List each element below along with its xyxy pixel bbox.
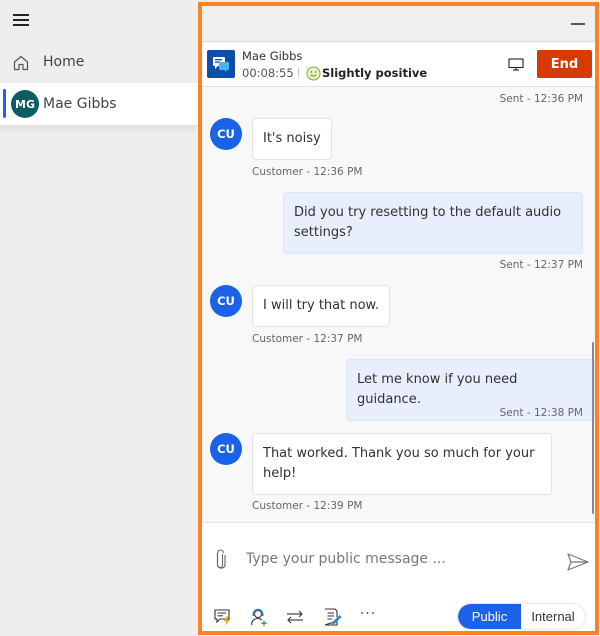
conversation-panel: Mae Gibbs 00:08:55 | Slightly positive E… [198,2,599,635]
toggle-internal[interactable]: Internal [521,604,585,629]
panel-titlebar [202,6,595,42]
message-input[interactable] [246,547,546,571]
minimize-icon[interactable] [571,19,585,29]
monitor-icon[interactable] [508,58,524,71]
quick-reply-icon[interactable] [213,607,233,627]
sidebar-item-home[interactable]: Home [0,46,198,80]
message-meta: Sent - 12:38 PM [499,407,583,419]
chat-transcript[interactable]: Sent - 12:36 PM CU It's noisy Customer -… [202,88,595,522]
send-icon[interactable] [567,553,589,571]
customer-message: I will try that now. [252,285,391,327]
sentiment-label: Slightly positive [322,66,428,80]
sidebar-item-session-mae-gibbs[interactable]: MG Mae Gibbs [0,83,198,125]
notes-icon[interactable] [322,607,342,627]
selected-indicator [3,89,6,118]
hamburger-menu-icon[interactable] [13,14,30,26]
agent-message: Did you try resetting to the default aud… [283,192,583,254]
sidebar-item-label: Mae Gibbs [43,96,117,112]
more-options-icon[interactable]: ··· [358,607,378,627]
message-composer: ··· Public Internal [202,522,595,631]
session-header: Mae Gibbs 00:08:55 | Slightly positive E… [202,43,595,87]
transfer-icon[interactable] [285,607,305,627]
customer-message: It's noisy [252,118,332,160]
public-internal-toggle: Public Internal [458,604,585,629]
message-meta: Customer - 12:36 PM [252,166,363,178]
transcript-scrollbar[interactable] [592,342,594,514]
customer-avatar: CU [210,433,242,465]
end-session-button[interactable]: End [537,50,592,78]
sidebar-item-label: Home [43,54,85,70]
contact-name: Mae Gibbs [242,49,303,63]
consult-agent-icon[interactable] [249,607,269,627]
message-meta: Customer - 12:39 PM [252,500,363,512]
left-sidebar: Home MG Mae Gibbs [0,0,198,636]
message-meta: Customer - 12:37 PM [252,333,363,345]
chat-channel-icon [207,50,235,78]
toggle-public[interactable]: Public [458,604,521,629]
avatar: MG [11,90,39,118]
separator: | [297,67,301,78]
customer-avatar: CU [210,285,242,317]
message-meta: Sent - 12:36 PM [499,93,583,105]
session-timer: 00:08:55 [242,66,294,80]
message-meta: Sent - 12:37 PM [499,259,583,271]
customer-message: That worked. Thank you so much for your … [252,433,552,495]
paperclip-icon[interactable] [214,549,226,571]
home-icon [13,55,29,71]
slightly-smiling-face-icon [306,66,321,81]
customer-avatar: CU [210,118,242,150]
